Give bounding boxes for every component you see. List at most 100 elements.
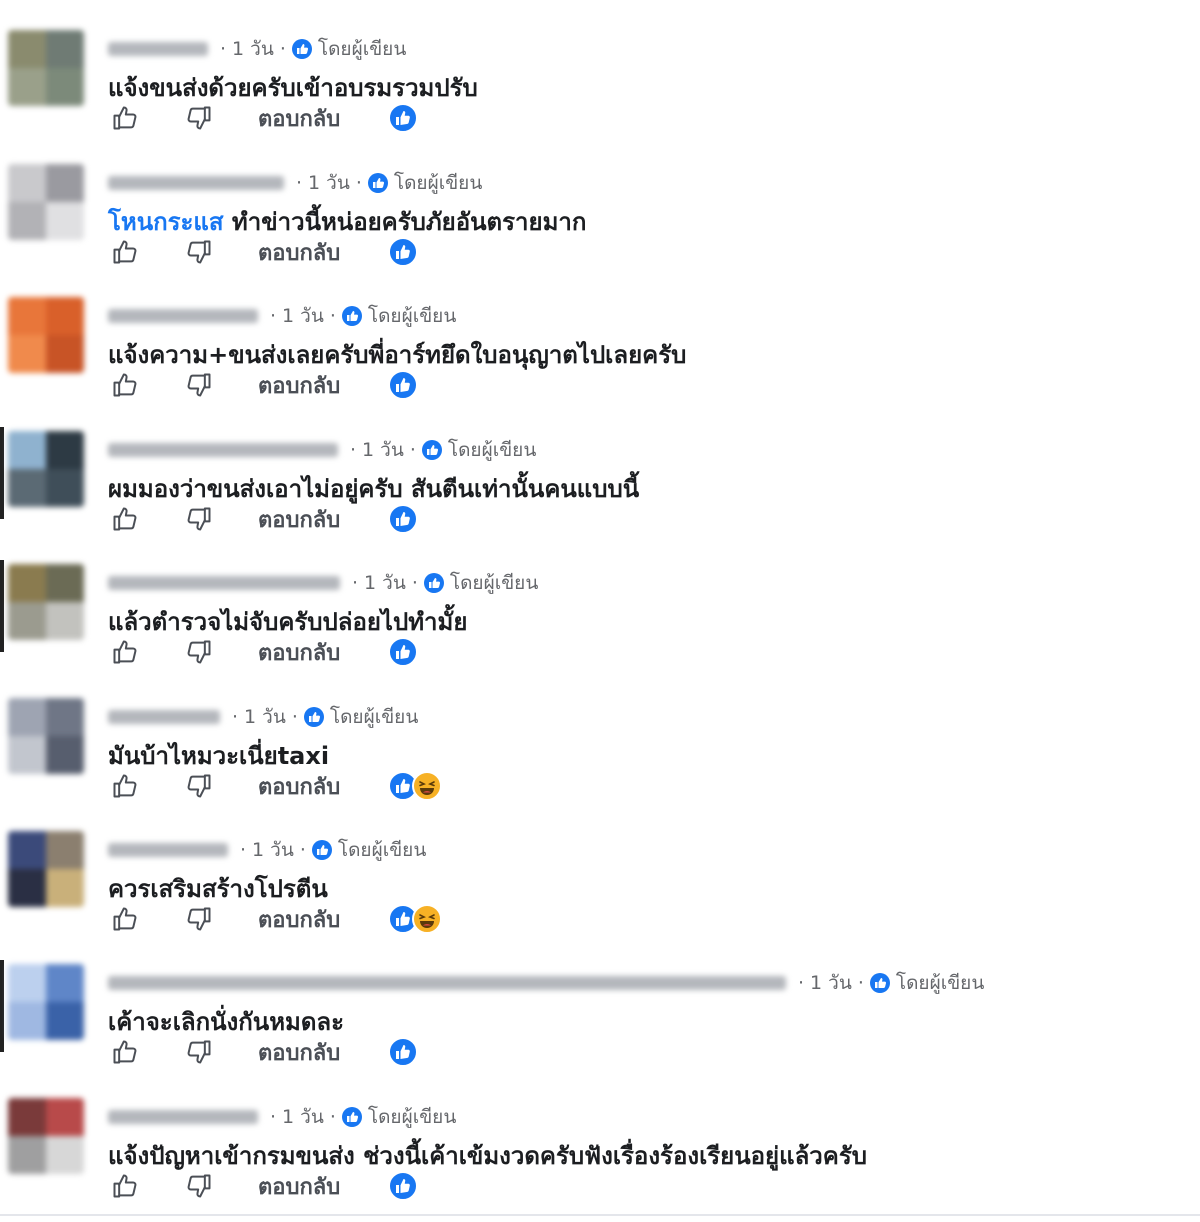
reply-button[interactable]: ตอบกลับ — [258, 101, 340, 136]
reaction-summary[interactable] — [388, 1037, 419, 1067]
reaction-summary[interactable] — [388, 504, 419, 534]
reaction-summary[interactable] — [388, 237, 419, 267]
avatar[interactable] — [8, 431, 84, 507]
author-name-blurred[interactable] — [108, 1110, 258, 1124]
timestamp[interactable]: 1 วัน — [252, 835, 294, 865]
reply-button[interactable]: ตอบกลับ — [258, 1035, 340, 1070]
avatar[interactable] — [8, 30, 84, 106]
reply-button[interactable]: ตอบกลับ — [258, 502, 340, 537]
comment-item: · 1 วัน · โดยผู้เขียน แจ้งความ+ขนส่งเลยครับพ… — [0, 277, 1200, 411]
thumbs-up-outline-icon[interactable] — [110, 504, 140, 534]
author-name-blurred[interactable] — [108, 843, 228, 857]
timestamp[interactable]: 1 วัน — [364, 568, 406, 598]
comment-item: · 1 วัน · โดยผู้เขียน ผมมองว่าขนส่งเอาไม่อยู… — [0, 411, 1200, 545]
reply-button[interactable]: ตอบกลับ — [258, 769, 340, 804]
author-name-blurred[interactable] — [108, 710, 220, 724]
haha-reaction-icon — [412, 771, 443, 801]
avatar[interactable] — [8, 564, 84, 640]
author-name-blurred[interactable] — [108, 443, 338, 457]
reply-button[interactable]: ตอบกลับ — [258, 635, 340, 670]
thumbs-down-outline-icon[interactable] — [184, 370, 214, 400]
reply-button[interactable]: ตอบกลับ — [258, 235, 340, 270]
timestamp[interactable]: 1 วัน — [244, 702, 286, 732]
timestamp[interactable]: 1 วัน — [282, 1102, 324, 1132]
thumbs-up-outline-icon[interactable] — [110, 237, 140, 267]
comment-meta: · 1 วัน · โดยผู้เขียน — [108, 704, 418, 730]
thumbs-down-outline-icon[interactable] — [184, 637, 214, 667]
thumbs-down-outline-icon[interactable] — [184, 771, 214, 801]
comment-meta: · 1 วัน · โดยผู้เขียน — [108, 170, 482, 196]
comment-meta: · 1 วัน · โดยผู้เขียน — [108, 970, 984, 996]
thumbs-down-outline-icon[interactable] — [184, 504, 214, 534]
avatar[interactable] — [8, 297, 84, 373]
thumbs-down-outline-icon[interactable] — [184, 103, 214, 133]
avatar[interactable] — [8, 164, 84, 240]
author-name-blurred[interactable] — [108, 176, 284, 190]
thumbs-up-outline-icon[interactable] — [110, 103, 140, 133]
author-name-blurred[interactable] — [108, 976, 786, 990]
reaction-summary[interactable] — [388, 370, 419, 400]
comment-actions: ตอบกลับ — [108, 632, 419, 672]
separator-dot: · — [329, 305, 336, 327]
thumbs-down-outline-icon[interactable] — [184, 1037, 214, 1067]
author-badge-icon — [341, 306, 362, 326]
avatar[interactable] — [8, 964, 84, 1040]
thumbs-down-outline-icon[interactable] — [184, 1171, 214, 1201]
author-name-blurred[interactable] — [108, 576, 340, 590]
like-reaction-icon — [388, 504, 419, 534]
separator-dot: · — [270, 305, 277, 327]
separator-dot: · — [299, 839, 306, 861]
like-reaction-icon — [388, 1171, 419, 1201]
reply-button[interactable]: ตอบกลับ — [258, 1169, 340, 1204]
avatar[interactable] — [8, 698, 84, 774]
author-badge-label: โดยผู้เขียน — [449, 572, 539, 594]
reaction-summary[interactable] — [388, 103, 419, 133]
timestamp[interactable]: 1 วัน — [810, 968, 852, 998]
reaction-summary[interactable] — [388, 637, 419, 667]
separator-dot: · — [350, 439, 357, 461]
thumbs-up-outline-icon[interactable] — [110, 1037, 140, 1067]
thumbs-up-outline-icon[interactable] — [110, 771, 140, 801]
avatar[interactable] — [8, 831, 84, 907]
author-name-blurred[interactable] — [108, 309, 258, 323]
author-badge-label: โดยผู้เขียน — [329, 706, 419, 728]
separator-dot: · — [355, 172, 362, 194]
avatar[interactable] — [8, 1098, 84, 1174]
author-badge-label: โดยผู้เขียน — [895, 972, 985, 994]
thumbs-down-outline-icon[interactable] — [184, 904, 214, 934]
like-reaction-icon — [388, 1037, 419, 1067]
reply-button[interactable]: ตอบกลับ — [258, 902, 340, 937]
comment-item: · 1 วัน · โดยผู้เขียน แล้วตำรวจไม่จับครับปล่… — [0, 544, 1200, 678]
timestamp[interactable]: 1 วัน — [282, 301, 324, 331]
author-name-blurred[interactable] — [108, 42, 208, 56]
reaction-summary[interactable] — [388, 771, 443, 801]
comment-item: · 1 วัน · โดยผู้เขียน ควรเสริมสร้างโปรตีน ตอบ… — [0, 811, 1200, 945]
comment-actions: ตอบกลับ — [108, 766, 443, 806]
separator-dot: · — [409, 439, 416, 461]
thumbs-up-outline-icon[interactable] — [110, 904, 140, 934]
like-reaction-icon — [388, 237, 419, 267]
timestamp[interactable]: 1 วัน — [308, 168, 350, 198]
like-reaction-icon — [388, 637, 419, 667]
author-badge-icon — [423, 573, 444, 593]
reply-button[interactable]: ตอบกลับ — [258, 368, 340, 403]
thumbs-up-outline-icon[interactable] — [110, 1171, 140, 1201]
reaction-summary[interactable] — [388, 1171, 419, 1201]
author-badge-icon — [367, 173, 388, 193]
author-badge-label: โดยผู้เขียน — [317, 38, 407, 60]
comment-meta: · 1 วัน · โดยผู้เขียน — [108, 36, 406, 62]
comment-meta: · 1 วัน · โดยผู้เขียน — [108, 303, 456, 329]
timestamp[interactable]: 1 วัน — [232, 34, 274, 64]
thumbs-up-outline-icon[interactable] — [110, 637, 140, 667]
author-badge-label: โดยผู้เขียน — [447, 439, 537, 461]
reaction-summary[interactable] — [388, 904, 443, 934]
thumbs-up-outline-icon[interactable] — [110, 370, 140, 400]
selection-edge — [0, 960, 4, 1052]
timestamp[interactable]: 1 วัน — [362, 435, 404, 465]
comment-actions: ตอบกลับ — [108, 1166, 419, 1206]
comment-actions: ตอบกลับ — [108, 98, 419, 138]
separator-dot: · — [798, 972, 805, 994]
haha-reaction-icon — [412, 904, 443, 934]
thumbs-down-outline-icon[interactable] — [184, 237, 214, 267]
author-badge-icon — [421, 440, 442, 460]
